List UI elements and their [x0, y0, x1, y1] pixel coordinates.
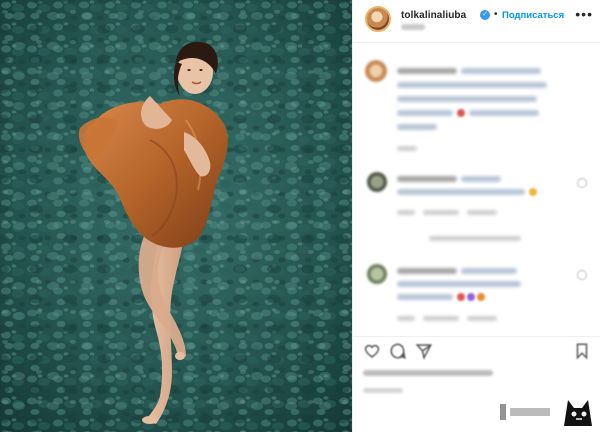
post-side-panel: tolkalinaliuba ✓ • Подписаться •••: [352, 0, 600, 432]
caption-line: [461, 68, 541, 74]
ellipsis-icon[interactable]: •••: [575, 6, 593, 22]
caption-line: [397, 82, 547, 88]
username-link[interactable]: tolkalinaliuba: [401, 10, 466, 21]
comment-meta: [423, 210, 459, 215]
comments-area: [353, 52, 600, 342]
comment-meta: [467, 316, 497, 321]
header-divider: [353, 42, 600, 43]
comment-line: [397, 176, 457, 182]
caption-avatar: [365, 60, 387, 82]
heart-icon[interactable]: [577, 270, 587, 280]
comment-line: [397, 281, 521, 287]
comment-line: [461, 176, 501, 182]
caption-line: [469, 110, 539, 116]
heart-emoji-icon: [457, 293, 465, 301]
comment-avatar: [367, 172, 387, 192]
post-photo[interactable]: [0, 0, 352, 432]
watermark-logo: [496, 400, 592, 426]
caption-line: [397, 124, 437, 130]
post-timestamp: [363, 388, 403, 393]
verified-badge-icon: ✓: [480, 10, 490, 20]
heart-emoji-icon: [457, 109, 465, 117]
action-bar: [353, 340, 600, 364]
comment-meta: [423, 316, 459, 321]
actions-divider: [353, 336, 600, 337]
caption-line: [397, 110, 453, 116]
follow-button[interactable]: Подписаться: [502, 10, 564, 21]
comment-avatar: [367, 264, 387, 284]
view-replies[interactable]: [429, 236, 521, 241]
caption-time: [397, 146, 417, 151]
comment-line: [397, 189, 525, 195]
heart-icon[interactable]: [363, 342, 381, 360]
comment-line: [397, 268, 457, 274]
comment-line: [461, 268, 517, 274]
comment-line: [397, 294, 453, 300]
comment-meta: [467, 210, 497, 215]
likes-count[interactable]: [363, 370, 493, 376]
comment-meta: [397, 316, 415, 321]
location-blurred: [401, 24, 425, 30]
heart-emoji-icon: [477, 293, 485, 301]
smile-emoji-icon: [529, 188, 537, 196]
post-photo-image: [0, 0, 352, 432]
heart-icon[interactable]: [577, 178, 587, 188]
share-icon[interactable]: [415, 342, 433, 360]
post-header: tolkalinaliuba ✓ • Подписаться •••: [353, 0, 600, 40]
heart-emoji-icon: [467, 293, 475, 301]
caption-line: [397, 96, 537, 102]
caption-line: [397, 68, 457, 74]
comment-icon[interactable]: [389, 342, 407, 360]
bookmark-icon[interactable]: [573, 342, 591, 360]
separator-dot: •: [494, 9, 498, 20]
comment-meta: [397, 210, 415, 215]
instagram-post-window: tolkalinaliuba ✓ • Подписаться •••: [0, 0, 600, 432]
avatar[interactable]: [365, 6, 391, 32]
